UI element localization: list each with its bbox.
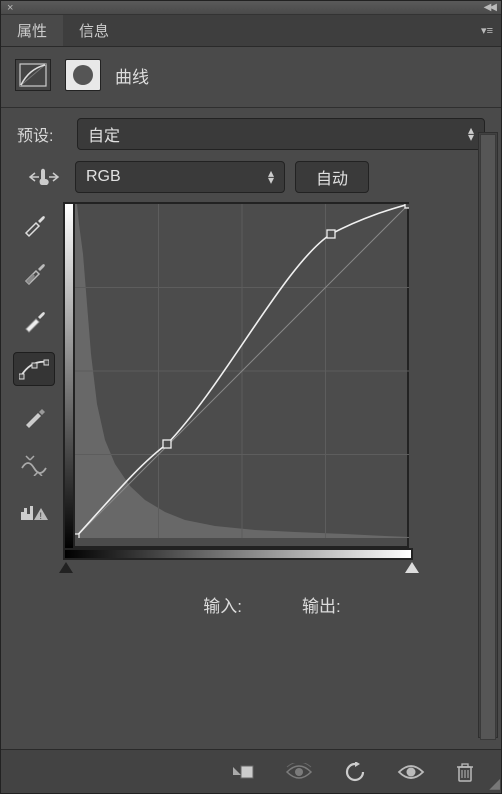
collapse-icon[interactable]: ◀◀ (484, 2, 495, 13)
preset-label: 预设: (17, 122, 67, 146)
targeted-adjustment-icon[interactable] (23, 160, 65, 194)
channel-value: RGB (86, 168, 121, 186)
output-gradient (63, 202, 75, 552)
reset-icon[interactable] (343, 762, 367, 782)
eyedropper-white-icon[interactable] (13, 304, 55, 338)
scrollbar[interactable] (478, 132, 498, 738)
visibility-icon[interactable] (397, 763, 425, 781)
panel-menu-icon[interactable]: ▾≡ (481, 15, 501, 46)
resize-handle-icon[interactable]: ◢ (489, 775, 500, 792)
output-label: 输出: (302, 592, 341, 617)
curves-smooth-icon[interactable] (13, 448, 55, 482)
black-point-slider[interactable] (59, 562, 73, 573)
curves-point-tool-icon[interactable] (13, 352, 55, 386)
preset-value: 自定 (88, 122, 120, 146)
curves-adjustment-icon (15, 59, 51, 91)
tab-info[interactable]: 信息 (63, 15, 125, 46)
input-gradient (63, 548, 413, 560)
chevron-updown-icon: ▴▾ (268, 170, 274, 184)
preset-select[interactable]: 自定 ▴▾ (77, 118, 485, 150)
input-label: 输入: (203, 592, 242, 617)
close-icon[interactable]: × (7, 2, 13, 14)
eyedropper-black-icon[interactable] (13, 208, 55, 242)
trash-icon[interactable] (455, 762, 475, 782)
clip-to-layer-icon[interactable] (229, 763, 255, 781)
svg-text:!: ! (40, 511, 43, 521)
white-point-slider[interactable] (405, 562, 419, 573)
tab-properties[interactable]: 属性 (1, 15, 63, 46)
page-title: 曲线 (115, 63, 149, 88)
chevron-updown-icon: ▴▾ (468, 127, 474, 141)
clip-warning-icon[interactable]: ! (13, 496, 55, 530)
eyedropper-gray-icon[interactable] (13, 256, 55, 290)
layer-mask-icon[interactable] (65, 59, 101, 91)
curves-graph[interactable] (63, 202, 409, 548)
view-previous-icon[interactable] (285, 763, 313, 781)
channel-select[interactable]: RGB ▴▾ (75, 161, 285, 193)
auto-button[interactable]: 自动 (295, 161, 369, 193)
curves-draw-tool-icon[interactable] (13, 400, 55, 434)
